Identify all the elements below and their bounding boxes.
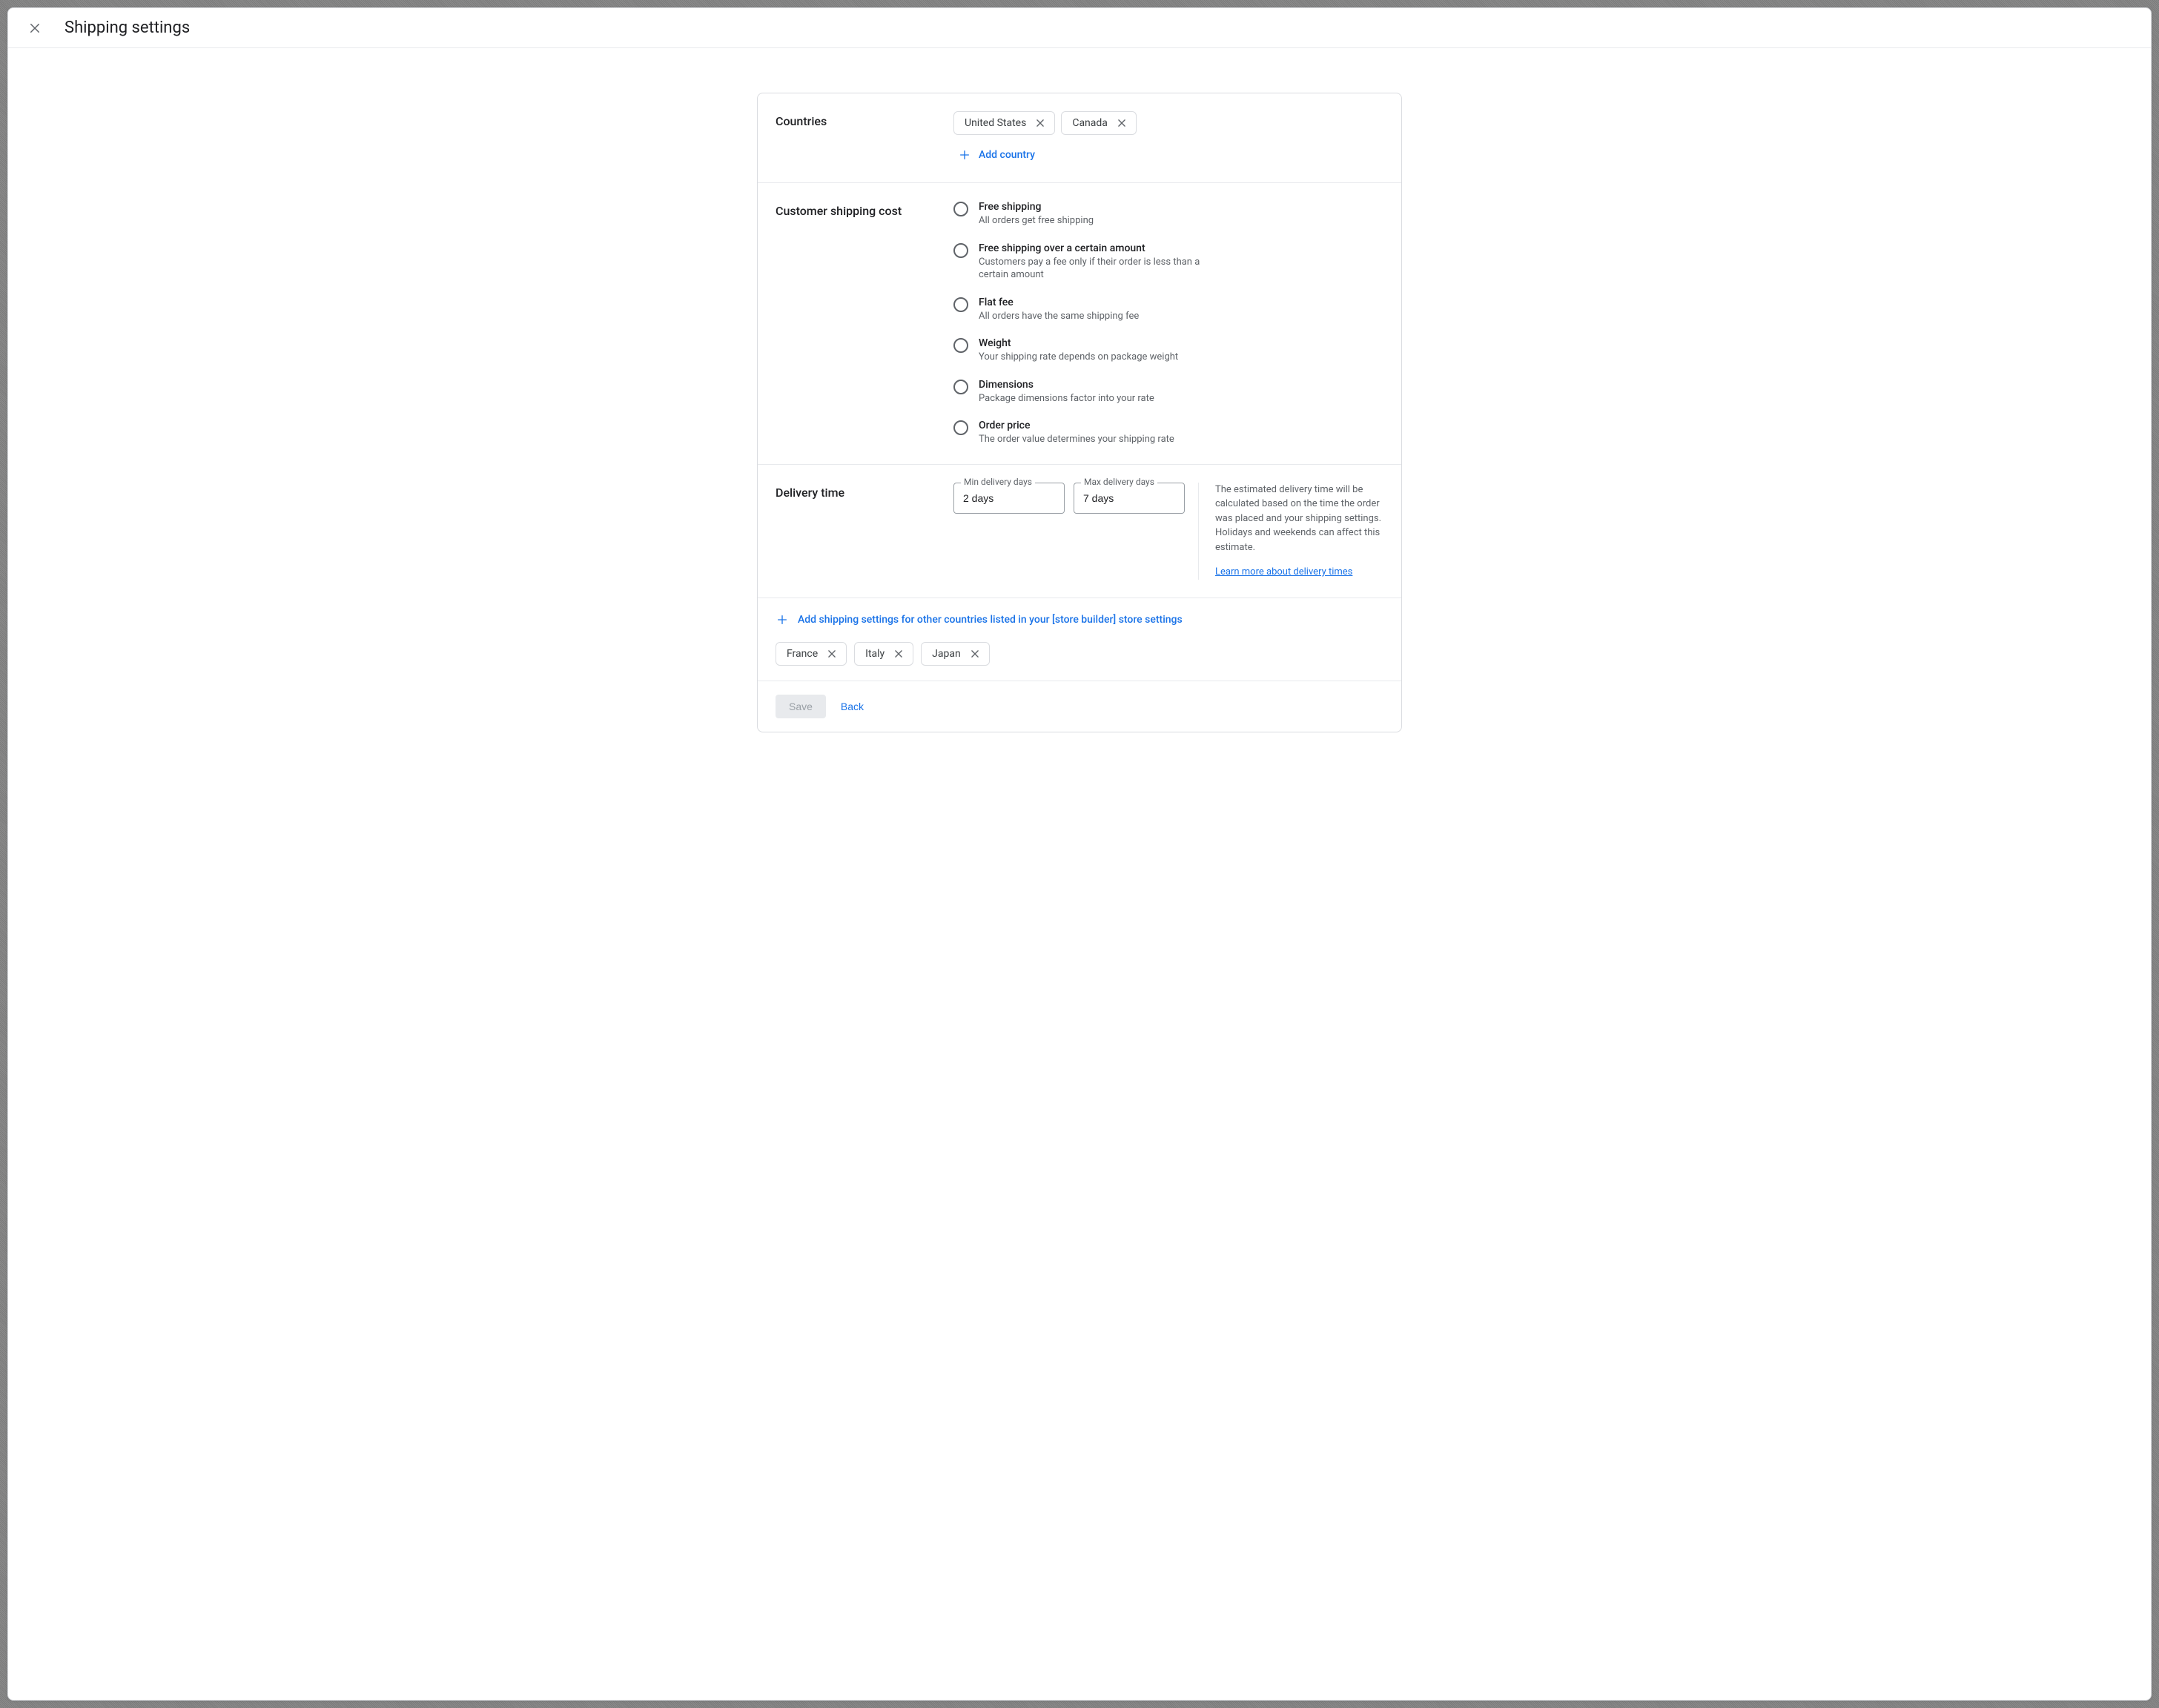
other-countries-chip-row: France Italy Japan	[776, 642, 1383, 666]
learn-more-delivery-link[interactable]: Learn more about delivery times	[1215, 565, 1352, 580]
back-button[interactable]: Back	[841, 701, 864, 712]
delivery-time-section: Delivery time Min delivery days Max deli…	[758, 465, 1401, 598]
country-chip-label: United States	[965, 117, 1026, 129]
max-delivery-field: Max delivery days	[1074, 483, 1185, 514]
min-delivery-float-label: Min delivery days	[961, 477, 1035, 487]
other-country-chip[interactable]: France	[776, 642, 847, 666]
card-footer: Save Back	[758, 681, 1401, 732]
radio-title: Order price	[979, 420, 1174, 431]
shipping-cost-label: Customer shipping cost	[776, 201, 953, 446]
radio-flat-fee[interactable]: Flat fee All orders have the same shippi…	[953, 297, 1202, 323]
radio-desc: All orders have the same shipping fee	[979, 310, 1139, 323]
other-country-chip[interactable]: Italy	[854, 642, 913, 666]
remove-country-icon[interactable]	[968, 647, 982, 661]
radio-desc: Package dimensions factor into your rate	[979, 392, 1154, 406]
remove-country-icon[interactable]	[1034, 116, 1047, 130]
add-country-button[interactable]: Add country	[953, 145, 1039, 165]
shipping-cost-section: Customer shipping cost Free shipping All…	[758, 183, 1401, 465]
remove-country-icon[interactable]	[1115, 116, 1128, 130]
radio-desc: All orders get free shipping	[979, 214, 1094, 228]
plus-icon	[958, 148, 971, 162]
radio-desc: Customers pay a fee only if their order …	[979, 256, 1202, 282]
close-icon[interactable]	[26, 19, 44, 37]
radio-title: Flat fee	[979, 297, 1139, 308]
radio-weight[interactable]: Weight Your shipping rate depends on pac…	[953, 337, 1202, 364]
radio-free-shipping[interactable]: Free shipping All orders get free shippi…	[953, 201, 1202, 228]
radio-title: Weight	[979, 337, 1178, 349]
radio-icon	[953, 380, 968, 394]
countries-label: Countries	[776, 111, 953, 165]
plus-icon	[776, 613, 789, 626]
other-country-chip-label: Italy	[865, 648, 885, 660]
country-chip[interactable]: United States	[953, 111, 1055, 135]
radio-desc: Your shipping rate depends on package we…	[979, 351, 1178, 364]
delivery-help-text: The estimated delivery time will be calc…	[1215, 483, 1383, 555]
shipping-cost-radio-group: Free shipping All orders get free shippi…	[953, 201, 1202, 446]
other-country-chip-label: France	[787, 648, 818, 660]
radio-icon	[953, 420, 968, 435]
radio-title: Free shipping	[979, 201, 1094, 213]
country-chip[interactable]: Canada	[1061, 111, 1137, 135]
delivery-time-label: Delivery time	[776, 483, 953, 580]
page-title: Shipping settings	[65, 19, 190, 37]
countries-section: Countries United States Canada	[758, 93, 1401, 183]
delivery-help-text-block: The estimated delivery time will be calc…	[1198, 483, 1383, 580]
other-country-chip[interactable]: Japan	[921, 642, 990, 666]
modal-header: Shipping settings	[8, 8, 2151, 48]
settings-card: Countries United States Canada	[757, 93, 1402, 732]
radio-dimensions[interactable]: Dimensions Package dimensions factor int…	[953, 379, 1202, 406]
radio-title: Dimensions	[979, 379, 1154, 391]
window-frame: Shipping settings Countries United State…	[0, 0, 2159, 1708]
radio-icon	[953, 202, 968, 216]
countries-chip-row: United States Canada	[953, 111, 1383, 135]
content-area: Countries United States Canada	[8, 48, 2151, 750]
save-button[interactable]: Save	[776, 695, 826, 718]
country-chip-label: Canada	[1072, 117, 1108, 129]
other-countries-section: Add shipping settings for other countrie…	[758, 598, 1401, 681]
radio-order-price[interactable]: Order price The order value determines y…	[953, 420, 1202, 446]
radio-free-over-amount[interactable]: Free shipping over a certain amount Cust…	[953, 242, 1202, 282]
remove-country-icon[interactable]	[825, 647, 839, 661]
max-delivery-input[interactable]	[1074, 483, 1185, 514]
shipping-settings-modal: Shipping settings Countries United State…	[7, 7, 2152, 1701]
add-other-countries-label: Add shipping settings for other countrie…	[798, 614, 1183, 626]
radio-icon	[953, 243, 968, 258]
other-country-chip-label: Japan	[932, 648, 961, 660]
radio-icon	[953, 338, 968, 353]
radio-title: Free shipping over a certain amount	[979, 242, 1202, 254]
min-delivery-input[interactable]	[953, 483, 1065, 514]
max-delivery-float-label: Max delivery days	[1081, 477, 1157, 487]
radio-desc: The order value determines your shipping…	[979, 433, 1174, 446]
add-country-label: Add country	[979, 149, 1035, 161]
remove-country-icon[interactable]	[892, 647, 905, 661]
add-other-countries-button[interactable]: Add shipping settings for other countrie…	[776, 613, 1183, 626]
radio-icon	[953, 297, 968, 312]
min-delivery-field: Min delivery days	[953, 483, 1065, 514]
